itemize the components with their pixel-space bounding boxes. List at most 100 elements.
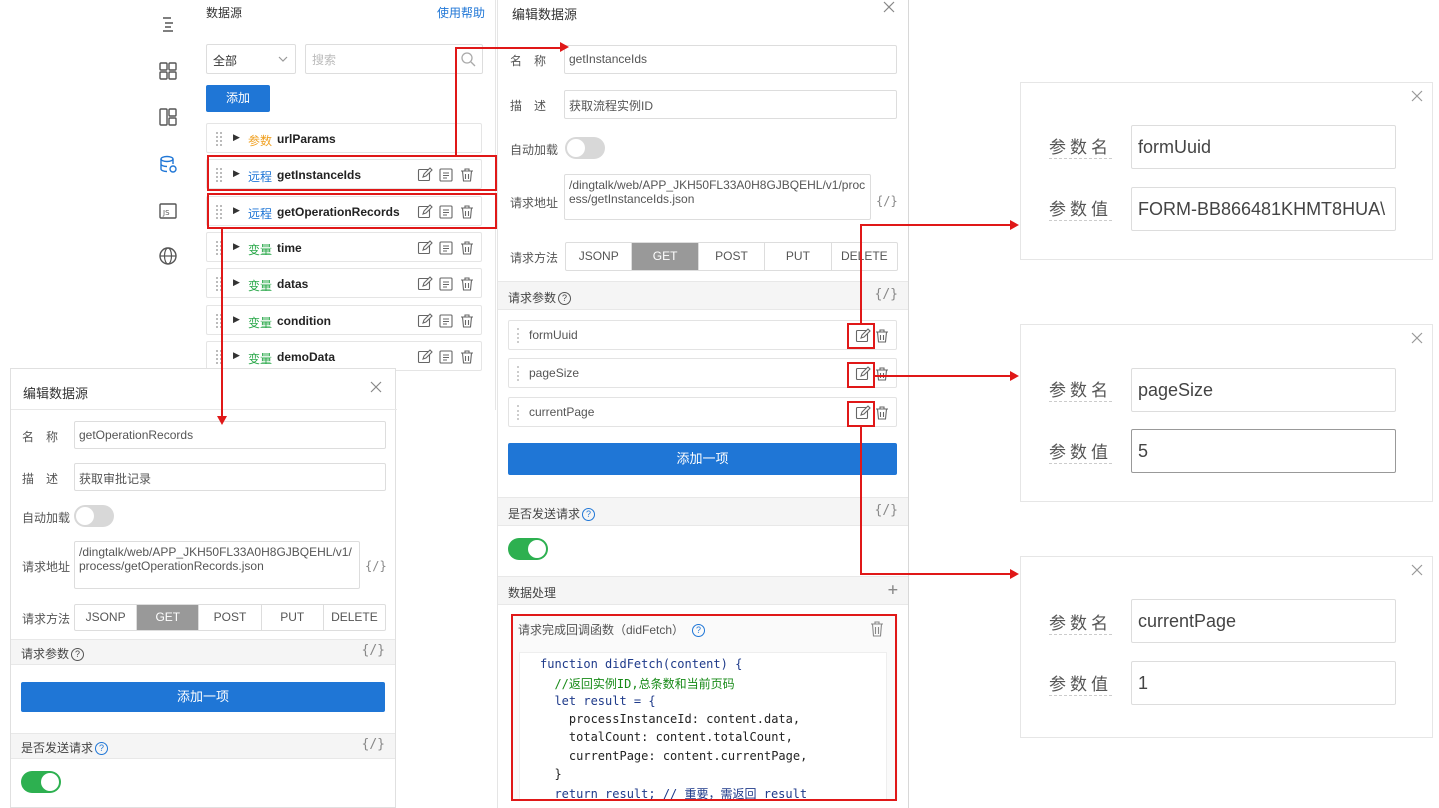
method-option-put[interactable]: PUT [765,243,832,270]
expand-arrow-icon[interactable]: ▶ [233,350,240,361]
datasource-icon[interactable] [158,155,178,175]
name-input[interactable]: getInstanceIds [564,45,897,74]
panel-title: 数据源 [206,6,243,20]
type-filter-select[interactable]: 全部 [206,44,296,74]
datasource-type: 变量 [248,316,273,330]
param-value-input[interactable]: FORM-BB866481KHMT8HUA\ [1131,187,1396,231]
method-option-jsonp[interactable]: JSONP [566,243,633,270]
datasource-item-demoData[interactable]: ▶ 变量 demoData [206,341,482,371]
copy-icon[interactable] [438,313,454,329]
drag-handle[interactable] [517,328,521,343]
datasource-item-condition[interactable]: ▶ 变量 condition [206,305,482,335]
help-icon[interactable]: ? [558,292,572,306]
method-option-jsonp[interactable]: JSONP [75,605,138,630]
trash-icon[interactable] [874,366,890,382]
divider [11,409,397,410]
autoload-toggle[interactable] [565,137,605,159]
method-option-get[interactable]: GET [632,243,699,270]
param-row-formUuid[interactable]: formUuid [508,320,897,350]
param-row-currentPage[interactable]: currentPage [508,397,897,427]
layout-icon[interactable] [158,107,178,127]
help-link[interactable]: 使用帮助 [437,4,485,21]
annotation-line [860,427,862,575]
datasource-item-datas[interactable]: ▶ 变量 datas [206,268,482,298]
search-icon[interactable] [460,51,476,67]
outline-icon[interactable] [158,14,178,34]
method-selector[interactable]: JSONP GET POST PUT DELETE [74,604,386,631]
expand-arrow-icon[interactable]: ▶ [233,241,240,252]
edit-icon[interactable] [417,349,433,365]
url-code-button[interactable]: {/} [365,559,387,573]
param-value-input[interactable]: 1 [1131,661,1396,705]
method-option-post[interactable]: POST [699,243,766,270]
add-handler-button[interactable]: + [888,580,898,600]
send-code-button[interactable]: {/} [362,737,385,752]
url-label: 请求地址 [510,196,559,210]
trash-icon[interactable] [874,405,890,421]
help-icon[interactable]: ? [582,508,596,522]
description-input[interactable]: 获取审批记录 [74,463,386,491]
param-name-input[interactable]: formUuid [1131,125,1396,169]
method-option-put[interactable]: PUT [262,605,324,630]
description-input[interactable]: 获取流程实例ID [564,90,897,119]
copy-icon[interactable] [438,349,454,365]
send-request-toggle[interactable] [508,538,548,560]
param-row-pageSize[interactable]: pageSize [508,358,897,388]
drag-handle[interactable] [517,405,521,420]
trash-icon[interactable] [459,240,475,256]
close-icon[interactable] [1410,89,1424,103]
close-icon[interactable] [1410,563,1424,577]
params-code-button[interactable]: {/} [875,287,898,302]
trash-icon[interactable] [459,349,475,365]
method-option-post[interactable]: POST [199,605,262,630]
edit-icon[interactable] [417,313,433,329]
help-icon[interactable]: ? [71,648,85,662]
expand-arrow-icon[interactable]: ▶ [233,314,240,325]
url-input[interactable]: /dingtalk/web/APP_JKH50FL33A0H8GJBQEHL/v… [564,174,871,220]
copy-icon[interactable] [438,240,454,256]
url-code-button[interactable]: {/} [876,194,898,208]
help-icon[interactable]: ? [95,742,109,756]
send-request-toggle[interactable] [21,771,61,793]
datasource-name: condition [277,314,331,328]
edit-icon[interactable] [417,276,433,292]
url-input[interactable]: /dingtalk/web/APP_JKH50FL33A0H8GJBQEHL/v… [74,541,360,589]
add-datasource-button[interactable]: 添加 [206,85,270,112]
annotation-box-getinstanceids [207,155,497,191]
edit-icon[interactable] [417,240,433,256]
datasource-item-urlParams[interactable]: ▶ 参数 urlParams [206,123,482,153]
method-option-delete[interactable]: DELETE [832,243,897,270]
datasource-name: demoData [277,350,336,364]
add-item-button[interactable]: 添加一项 [21,682,385,712]
method-selector[interactable]: JSONP GET POST PUT DELETE [565,242,898,271]
name-input[interactable]: getOperationRecords [74,421,386,449]
method-option-get[interactable]: GET [137,605,200,630]
close-icon[interactable] [1410,331,1424,345]
trash-icon[interactable] [459,313,475,329]
send-request-section-header: 是否发送请求? {/} [11,733,395,759]
close-icon[interactable] [882,0,896,14]
param-dialog-currentpage: 参数名 currentPage 参数值 1 [1020,556,1433,738]
param-name-input[interactable]: currentPage [1131,599,1396,643]
trash-icon[interactable] [874,328,890,344]
params-code-button[interactable]: {/} [362,643,385,658]
trash-icon[interactable] [459,276,475,292]
param-name-input[interactable]: pageSize [1131,368,1396,412]
send-code-button[interactable]: {/} [875,503,898,518]
method-option-delete[interactable]: DELETE [324,605,385,630]
copy-icon[interactable] [438,276,454,292]
autoload-label: 自动加载 [510,143,559,157]
param-value-input[interactable]: 5 [1131,429,1396,473]
datasource-name: datas [277,277,309,291]
components-icon[interactable] [158,61,178,81]
drag-handle[interactable] [517,366,521,381]
close-icon[interactable] [369,380,383,394]
autoload-toggle[interactable] [74,505,114,527]
datasource-item-time[interactable]: ▶ 变量 time [206,232,482,262]
expand-arrow-icon[interactable]: ▶ [233,132,240,143]
expand-arrow-icon[interactable]: ▶ [233,277,240,288]
globe-icon[interactable] [158,246,178,266]
add-item-button[interactable]: 添加一项 [508,443,897,475]
drag-handle[interactable] [216,132,222,146]
js-icon[interactable]: JS [158,201,178,221]
